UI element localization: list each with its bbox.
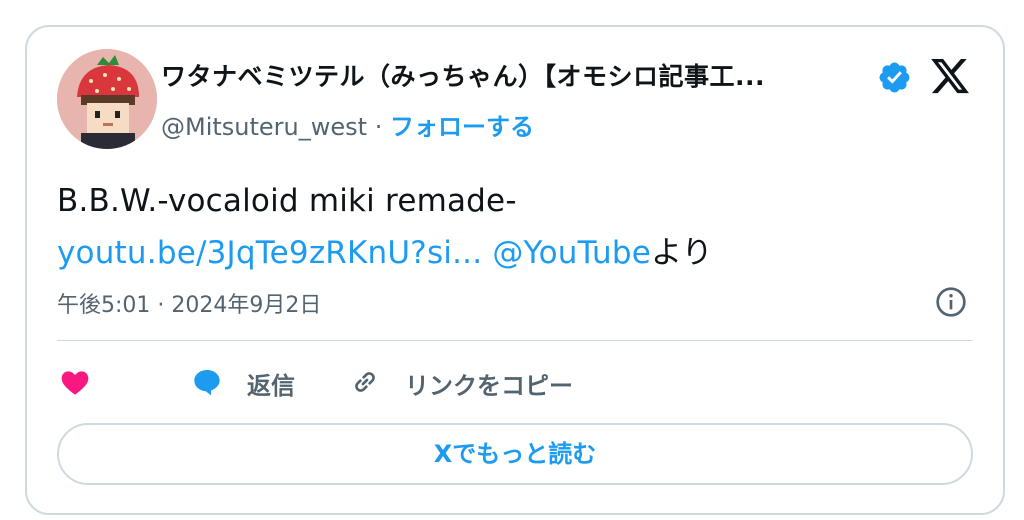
reply-label: 返信: [247, 372, 295, 400]
heart-icon: [61, 371, 89, 395]
follow-button[interactable]: フォローする: [390, 113, 534, 141]
author-name[interactable]: ワタナベミツテル（みっちゃん）【オモシロ記事工...: [161, 57, 765, 93]
youtube-link[interactable]: youtu.be/3JqTe9zRKnU?si...: [57, 235, 482, 271]
divider: [57, 340, 973, 341]
tweet-text-suffix: より: [651, 235, 713, 271]
tweet-timestamp[interactable]: 午後5:01 · 2024年9月2日: [57, 287, 321, 319]
info-icon[interactable]: [935, 286, 967, 318]
copy-link-label: リンクをコピー: [405, 372, 573, 400]
tweet-text-line2: youtu.be/3JqTe9zRKnU?si... @YouTubeより: [57, 227, 713, 279]
read-more-button[interactable]: Xでもっと読む: [57, 423, 973, 485]
tweet-text: B.B.W.-vocaloid miki remade- youtu.be/3J…: [57, 175, 713, 279]
youtube-mention[interactable]: @YouTube: [492, 235, 651, 271]
avatar[interactable]: [57, 49, 157, 149]
reply-bubble-icon: [194, 370, 220, 396]
handle-separator: ·: [374, 113, 383, 141]
verified-badge-icon: [879, 62, 910, 93]
reply-button[interactable]: 返信: [189, 362, 319, 402]
tweet-text-line1: B.B.W.-vocaloid miki remade-: [57, 183, 517, 219]
author-handle[interactable]: @Mitsuteru_west: [161, 113, 367, 141]
like-button[interactable]: [57, 362, 117, 402]
copy-link-button[interactable]: リンクをコピー: [347, 362, 607, 402]
tweet-embed-card: ワタナベミツテル（みっちゃん）【オモシロ記事工... @Mitsuteru_we…: [25, 25, 1005, 515]
link-icon: [355, 372, 375, 392]
handle-row: @Mitsuteru_west · フォローする: [161, 107, 534, 142]
x-logo-icon[interactable]: [929, 55, 971, 97]
